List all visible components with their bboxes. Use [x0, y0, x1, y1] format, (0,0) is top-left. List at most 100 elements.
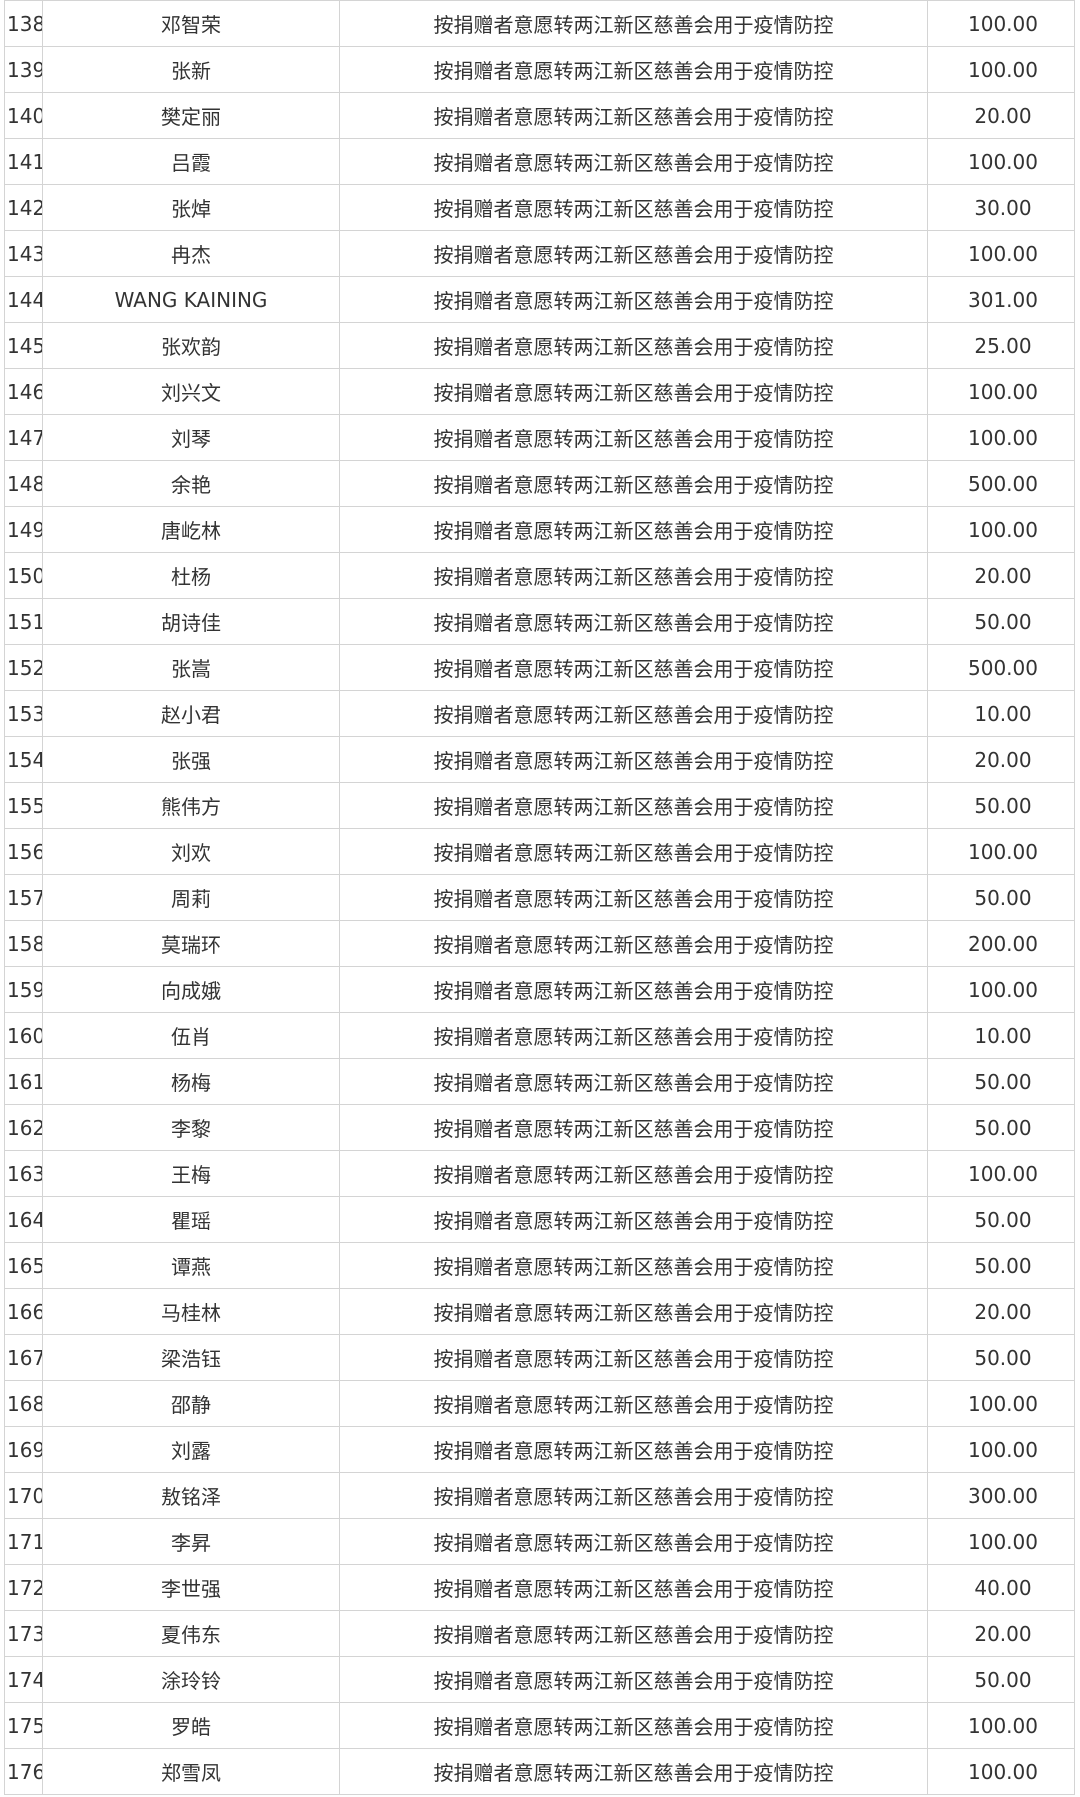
donation-amount-cell: 100.00	[927, 230, 1075, 277]
donor-name-cell: 李昇	[42, 1518, 340, 1565]
row-number-cell: 166	[4, 1288, 43, 1335]
donation-amount-cell: 50.00	[927, 874, 1075, 921]
donation-purpose-cell: 按捐赠者意愿转两江新区慈善会用于疫情防控	[339, 1610, 928, 1657]
donor-name-cell: 刘琴	[42, 414, 340, 461]
donation-amount-cell: 100.00	[927, 1748, 1075, 1795]
donor-name-cell: 冉杰	[42, 230, 340, 277]
donation-amount-cell: 20.00	[927, 552, 1075, 599]
donation-purpose-cell: 按捐赠者意愿转两江新区慈善会用于疫情防控	[339, 46, 928, 93]
donation-amount-cell: 30.00	[927, 184, 1075, 231]
row-number-cell: 143	[4, 230, 43, 277]
table-row: 162 李黎 按捐赠者意愿转两江新区慈善会用于疫情防控 50.00	[4, 1104, 1075, 1151]
donation-amount-cell: 50.00	[927, 1334, 1075, 1381]
row-number-cell: 142	[4, 184, 43, 231]
donation-amount-cell: 20.00	[927, 736, 1075, 783]
table-row: 172 李世强 按捐赠者意愿转两江新区慈善会用于疫情防控 40.00	[4, 1564, 1075, 1611]
table-row: 169 刘露 按捐赠者意愿转两江新区慈善会用于疫情防控 100.00	[4, 1426, 1075, 1473]
table-row: 149 唐屹林 按捐赠者意愿转两江新区慈善会用于疫情防控 100.00	[4, 506, 1075, 553]
row-number-cell: 144	[4, 276, 43, 323]
row-number-cell: 153	[4, 690, 43, 737]
donation-amount-cell: 10.00	[927, 690, 1075, 737]
donation-amount-cell: 100.00	[927, 0, 1075, 47]
table-row: 159 向成娥 按捐赠者意愿转两江新区慈善会用于疫情防控 100.00	[4, 966, 1075, 1013]
row-number-cell: 140	[4, 92, 43, 139]
donation-table-body: 138 邓智荣 按捐赠者意愿转两江新区慈善会用于疫情防控 100.00 139 张新 按捐赠…	[4, 0, 1075, 1795]
donor-name-cell: 刘欢	[42, 828, 340, 875]
donation-amount-cell: 20.00	[927, 1288, 1075, 1335]
donation-amount-cell: 50.00	[927, 598, 1075, 645]
row-number-cell: 159	[4, 966, 43, 1013]
donation-purpose-cell: 按捐赠者意愿转两江新区慈善会用于疫情防控	[339, 736, 928, 783]
donation-amount-cell: 200.00	[927, 920, 1075, 967]
table-row: 164 瞿瑶 按捐赠者意愿转两江新区慈善会用于疫情防控 50.00	[4, 1196, 1075, 1243]
donor-name-cell: 罗皓	[42, 1702, 340, 1749]
donor-name-cell: 樊定丽	[42, 92, 340, 139]
donation-purpose-cell: 按捐赠者意愿转两江新区慈善会用于疫情防控	[339, 1058, 928, 1105]
donor-name-cell: 周莉	[42, 874, 340, 921]
donation-purpose-cell: 按捐赠者意愿转两江新区慈善会用于疫情防控	[339, 368, 928, 415]
donation-purpose-cell: 按捐赠者意愿转两江新区慈善会用于疫情防控	[339, 1104, 928, 1151]
donation-amount-cell: 50.00	[927, 1104, 1075, 1151]
donor-name-cell: 敖铭泽	[42, 1472, 340, 1519]
donation-amount-cell: 50.00	[927, 1196, 1075, 1243]
donation-amount-cell: 100.00	[927, 138, 1075, 185]
donation-amount-cell: 100.00	[927, 46, 1075, 93]
donation-purpose-cell: 按捐赠者意愿转两江新区慈善会用于疫情防控	[339, 1564, 928, 1611]
donor-name-cell: WANG KAINING	[42, 276, 340, 323]
table-row: 157 周莉 按捐赠者意愿转两江新区慈善会用于疫情防控 50.00	[4, 874, 1075, 921]
donation-purpose-cell: 按捐赠者意愿转两江新区慈善会用于疫情防控	[339, 1748, 928, 1795]
donation-purpose-cell: 按捐赠者意愿转两江新区慈善会用于疫情防控	[339, 644, 928, 691]
row-number-cell: 175	[4, 1702, 43, 1749]
donation-amount-cell: 40.00	[927, 1564, 1075, 1611]
donor-name-cell: 张嵩	[42, 644, 340, 691]
donation-amount-cell: 300.00	[927, 1472, 1075, 1519]
donation-amount-cell: 100.00	[927, 1380, 1075, 1427]
donor-name-cell: 李黎	[42, 1104, 340, 1151]
row-number-cell: 147	[4, 414, 43, 461]
donation-amount-cell: 100.00	[927, 368, 1075, 415]
row-number-cell: 174	[4, 1656, 43, 1703]
table-row: 173 夏伟东 按捐赠者意愿转两江新区慈善会用于疫情防控 20.00	[4, 1610, 1075, 1657]
donation-purpose-cell: 按捐赠者意愿转两江新区慈善会用于疫情防控	[339, 1702, 928, 1749]
row-number-cell: 169	[4, 1426, 43, 1473]
donation-amount-cell: 20.00	[927, 1610, 1075, 1657]
donor-name-cell: 向成娥	[42, 966, 340, 1013]
table-row: 152 张嵩 按捐赠者意愿转两江新区慈善会用于疫情防控 500.00	[4, 644, 1075, 691]
table-row: 150 杜杨 按捐赠者意愿转两江新区慈善会用于疫情防控 20.00	[4, 552, 1075, 599]
donation-amount-cell: 25.00	[927, 322, 1075, 369]
donor-name-cell: 熊伟方	[42, 782, 340, 829]
donation-purpose-cell: 按捐赠者意愿转两江新区慈善会用于疫情防控	[339, 506, 928, 553]
donor-name-cell: 余艳	[42, 460, 340, 507]
donation-purpose-cell: 按捐赠者意愿转两江新区慈善会用于疫情防控	[339, 460, 928, 507]
donation-amount-cell: 100.00	[927, 1518, 1075, 1565]
donation-purpose-cell: 按捐赠者意愿转两江新区慈善会用于疫情防控	[339, 1288, 928, 1335]
table-row: 138 邓智荣 按捐赠者意愿转两江新区慈善会用于疫情防控 100.00	[4, 0, 1075, 47]
row-number-cell: 146	[4, 368, 43, 415]
donation-purpose-cell: 按捐赠者意愿转两江新区慈善会用于疫情防控	[339, 1426, 928, 1473]
row-number-cell: 150	[4, 552, 43, 599]
table-row: 156 刘欢 按捐赠者意愿转两江新区慈善会用于疫情防控 100.00	[4, 828, 1075, 875]
donation-amount-cell: 100.00	[927, 1150, 1075, 1197]
table-row: 175 罗皓 按捐赠者意愿转两江新区慈善会用于疫情防控 100.00	[4, 1702, 1075, 1749]
donation-purpose-cell: 按捐赠者意愿转两江新区慈善会用于疫情防控	[339, 138, 928, 185]
row-number-cell: 156	[4, 828, 43, 875]
donation-amount-cell: 100.00	[927, 1702, 1075, 1749]
donation-purpose-cell: 按捐赠者意愿转两江新区慈善会用于疫情防控	[339, 1150, 928, 1197]
donation-purpose-cell: 按捐赠者意愿转两江新区慈善会用于疫情防控	[339, 598, 928, 645]
table-row: 147 刘琴 按捐赠者意愿转两江新区慈善会用于疫情防控 100.00	[4, 414, 1075, 461]
donation-amount-cell: 100.00	[927, 966, 1075, 1013]
donation-purpose-cell: 按捐赠者意愿转两江新区慈善会用于疫情防控	[339, 920, 928, 967]
donor-name-cell: 谭燕	[42, 1242, 340, 1289]
row-number-cell: 170	[4, 1472, 43, 1519]
donor-name-cell: 夏伟东	[42, 1610, 340, 1657]
donation-purpose-cell: 按捐赠者意愿转两江新区慈善会用于疫情防控	[339, 874, 928, 921]
table-row: 145 张欢韵 按捐赠者意愿转两江新区慈善会用于疫情防控 25.00	[4, 322, 1075, 369]
donation-purpose-cell: 按捐赠者意愿转两江新区慈善会用于疫情防控	[339, 1196, 928, 1243]
donor-name-cell: 伍肖	[42, 1012, 340, 1059]
row-number-cell: 145	[4, 322, 43, 369]
donation-purpose-cell: 按捐赠者意愿转两江新区慈善会用于疫情防控	[339, 0, 928, 47]
donation-purpose-cell: 按捐赠者意愿转两江新区慈善会用于疫情防控	[339, 184, 928, 231]
row-number-cell: 167	[4, 1334, 43, 1381]
donation-purpose-cell: 按捐赠者意愿转两江新区慈善会用于疫情防控	[339, 966, 928, 1013]
donor-name-cell: 张新	[42, 46, 340, 93]
